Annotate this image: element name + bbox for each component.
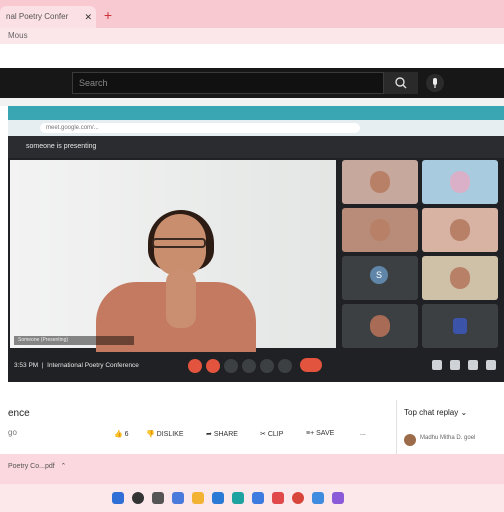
participant-tile (422, 208, 498, 252)
tab-title: nal Poetry Confer (6, 12, 69, 21)
chat-author: Madhu Mitha D. goel (420, 435, 476, 441)
more-options-button[interactable] (278, 359, 292, 373)
settings-icon[interactable] (312, 492, 324, 504)
end-call-button[interactable] (300, 358, 322, 372)
search-input[interactable]: Search (72, 72, 384, 94)
raise-hand-button[interactable] (242, 359, 256, 373)
mic-icon[interactable] (426, 74, 444, 92)
captions-button[interactable] (224, 359, 238, 373)
browser-tab[interactable]: nal Poetry Confer ✕ (0, 6, 96, 28)
chat-mode-dropdown[interactable]: Top chat replay ⌄ (404, 408, 467, 417)
app-icon[interactable] (332, 492, 344, 504)
security-icon[interactable] (272, 492, 284, 504)
share-icon: ➦ (206, 431, 212, 438)
inner-url: meet.google.com/... (40, 123, 360, 133)
speaker-name-label: Someone (Presenting) (14, 336, 134, 345)
people-icon[interactable] (450, 360, 460, 370)
search-button[interactable] (384, 72, 418, 94)
inner-browser-tabs (8, 106, 504, 120)
participant-tile (342, 208, 418, 252)
camera-off-button[interactable] (206, 359, 220, 373)
participant-tile (422, 304, 498, 348)
mail-icon[interactable] (252, 492, 264, 504)
mic-off-button[interactable] (188, 359, 202, 373)
participant-tile (342, 160, 418, 204)
chat-icon[interactable] (468, 360, 478, 370)
avatar (404, 434, 416, 446)
chevron-down-icon: ⌄ (460, 408, 468, 417)
scissors-icon: ✂ (260, 431, 266, 438)
download-bar (0, 454, 504, 484)
dislike-icon: 👎 (146, 431, 155, 438)
store-icon[interactable] (212, 492, 224, 504)
participant-tile (422, 160, 498, 204)
dislike-button[interactable]: 👎 DISLIKE (146, 430, 184, 438)
playlist-add-icon: ≡+ (306, 430, 315, 437)
search-icon[interactable] (132, 492, 144, 504)
avatar: S (370, 266, 388, 284)
speaker-glasses (152, 238, 206, 248)
speaker-hands (166, 270, 196, 328)
participant-tile (422, 256, 498, 300)
file-explorer-icon[interactable] (192, 492, 204, 504)
close-tab-icon[interactable]: ✕ (84, 6, 92, 28)
like-button[interactable]: 👍 6 (114, 430, 129, 438)
chevron-up-icon[interactable]: ⌃ (61, 463, 67, 470)
info-icon[interactable] (432, 360, 442, 370)
more-button[interactable]: ... (360, 430, 366, 437)
presenting-banner: someone is presenting (8, 136, 504, 158)
plus-icon[interactable]: + (100, 6, 116, 24)
present-button[interactable] (260, 359, 274, 373)
search-icon (395, 77, 407, 89)
like-icon: 👍 (114, 431, 123, 438)
video-subtitle: go (8, 428, 17, 437)
share-button[interactable]: ➦ SHARE (206, 430, 238, 438)
clip-button[interactable]: ✂ CLIP (260, 430, 283, 438)
save-button[interactable]: ≡+ SAVE (306, 430, 334, 437)
video-title: ence (8, 408, 30, 419)
page-spacer (0, 44, 504, 68)
divider (0, 98, 504, 106)
like-count: 6 (124, 431, 129, 438)
meeting-title: International Poetry Conference (47, 362, 139, 369)
chrome-icon[interactable] (292, 492, 304, 504)
task-view-icon[interactable] (152, 492, 164, 504)
address-bar[interactable]: Mous (0, 28, 504, 44)
participant-tile (342, 304, 418, 348)
edge-icon[interactable] (232, 492, 244, 504)
chat-app-icon[interactable] (172, 492, 184, 504)
windows-start-icon[interactable] (112, 492, 124, 504)
download-item[interactable]: Poetry Co...pdf ⌃ (8, 462, 66, 470)
meeting-info: 3:53 PM | International Poetry Conferenc… (14, 362, 139, 369)
meeting-time: 3:53 PM (14, 362, 39, 369)
activities-icon[interactable] (486, 360, 496, 370)
